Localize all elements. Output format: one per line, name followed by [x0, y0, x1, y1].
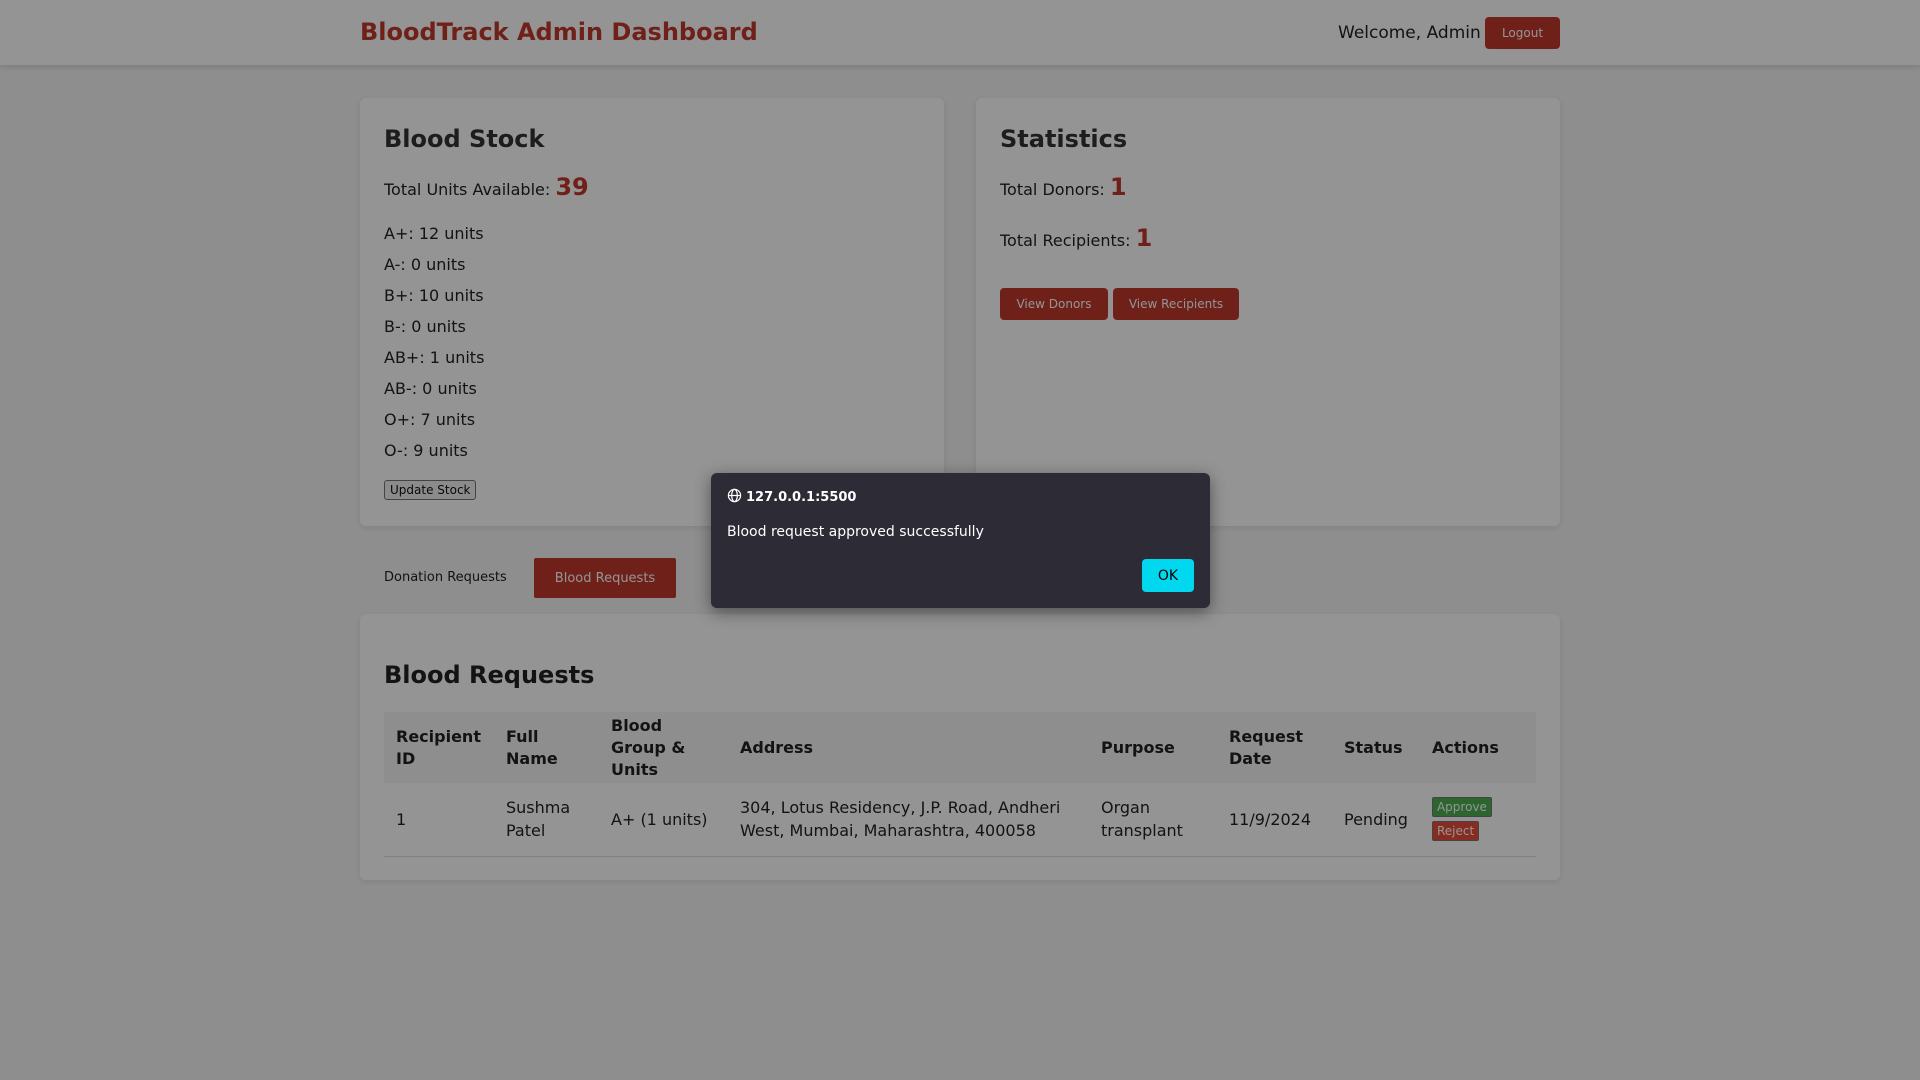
globe-icon	[727, 488, 742, 507]
alert-dialog: 127.0.0.1:5500 Blood request approved su…	[711, 473, 1210, 608]
dialog-origin: 127.0.0.1:5500	[727, 488, 856, 507]
dialog-origin-text: 127.0.0.1:5500	[746, 490, 857, 505]
ok-button[interactable]: OK	[1142, 559, 1194, 592]
dialog-message: Blood request approved successfully	[727, 524, 984, 540]
